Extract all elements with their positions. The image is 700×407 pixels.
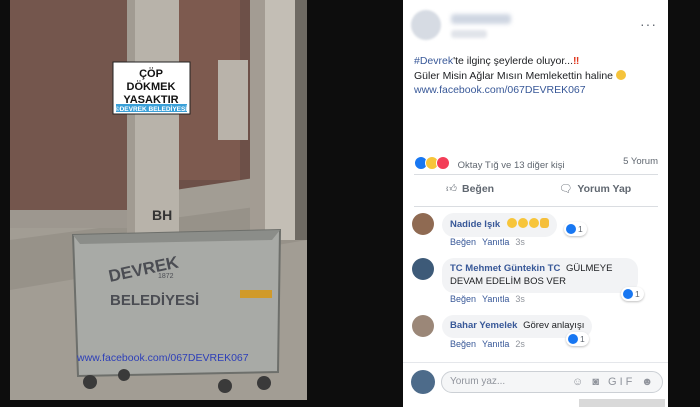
- commenter-name[interactable]: TC Mehmet Güntekin TC: [450, 263, 560, 274]
- comment-bubble: TC Mehmet Güntekin TC GÜLMEYE DEVAM EDEL…: [442, 258, 638, 293]
- photo-scene: ÇÖP DÖKMEK YASAKTIR ©DEVREK BELEDİYESİ B…: [10, 0, 307, 400]
- bin-text-belediyesi: BELEDİYESİ: [110, 292, 199, 309]
- author-name-blurred[interactable]: [451, 14, 511, 24]
- like-button[interactable]: 👍︎ Beğen: [446, 182, 494, 195]
- comment-like-link[interactable]: Beğen: [450, 339, 476, 349]
- like-reaction-icon: [623, 289, 633, 299]
- sign-line-2: DÖKMEK: [127, 80, 176, 93]
- pole-graffiti: BH: [152, 207, 172, 223]
- post-panel: ··· #Devrek'te ilginç şeylerde oluyor...…: [403, 0, 668, 407]
- comment-meta: Beğen Yanıtla 3s: [450, 294, 531, 304]
- commenter-avatar[interactable]: [412, 213, 434, 235]
- comment-like-link[interactable]: Beğen: [450, 294, 476, 304]
- comment-label: Yorum Yap: [577, 183, 632, 195]
- composer-tool-icons[interactable]: ☺ ◙ GIF ☻: [572, 376, 656, 388]
- comment-composer: Yorum yaz... ☺ ◙ GIF ☻: [403, 362, 668, 401]
- dumpster: DEVREK 1872 BELEDİYESİ: [71, 228, 282, 393]
- laughing-emoji-icon: [506, 218, 517, 228]
- smile-emoji-icon: [615, 69, 626, 80]
- comment-time: 2s: [515, 339, 525, 349]
- bin-year: 1872: [158, 273, 174, 280]
- post-link[interactable]: www.facebook.com/067DEVREK067: [414, 83, 660, 98]
- comment-count[interactable]: 5 Yorum: [623, 156, 658, 167]
- like-count: 1: [580, 334, 585, 344]
- love-reaction-icon: [436, 156, 450, 170]
- comment-time: 3s: [515, 294, 525, 304]
- comment-meta: Beğen Yanıtla 3s: [450, 237, 531, 247]
- post-line-1: 'te ilginç şeylerde oluyor...: [453, 55, 574, 67]
- comment-like-count[interactable]: 1: [566, 332, 589, 346]
- post-time-blurred: [451, 30, 487, 38]
- post-line-2: Güler Misin Ağlar Mısın Memlekettin hali…: [414, 69, 613, 82]
- comment-bubble: Nadide Işık: [442, 213, 557, 237]
- post-text: #Devrek'te ilginç şeylerde oluyor...‼ Gü…: [414, 54, 660, 98]
- comment-button[interactable]: 🗨︎ Yorum Yap: [559, 182, 631, 195]
- comment-input[interactable]: Yorum yaz... ☺ ◙ GIF ☻: [441, 371, 663, 393]
- laughing-emoji-icon: [528, 218, 539, 228]
- divider: [414, 174, 658, 175]
- post-header: ···: [411, 8, 661, 42]
- photo-watermark: www.facebook.com/067DEVREK067: [76, 352, 249, 364]
- comment-meta: Beğen Yanıtla 2s: [450, 339, 531, 349]
- hand-emoji-icon: [539, 218, 549, 228]
- comment-text: Görev anlayışı: [523, 320, 585, 331]
- post-photo[interactable]: ÇÖP DÖKMEK YASAKTIR ©DEVREK BELEDİYESİ B…: [10, 0, 307, 400]
- comment-bubble-icon: 🗨︎: [559, 183, 573, 195]
- like-count: 1: [578, 224, 583, 234]
- like-label: Beğen: [461, 183, 495, 195]
- comment-reply-link[interactable]: Yanıtla: [482, 294, 509, 304]
- commenter-avatar[interactable]: [412, 315, 434, 337]
- comment-like-count[interactable]: 1: [564, 222, 587, 236]
- more-options-icon[interactable]: ···: [640, 16, 657, 32]
- post-actions: 👍︎ Beğen 🗨︎ Yorum Yap: [414, 178, 658, 202]
- reactions-summary[interactable]: Oktay Tığ ve 13 diğer kişi: [458, 160, 565, 171]
- comment-like-count[interactable]: 1: [621, 287, 644, 301]
- hashtag-link[interactable]: #Devrek: [414, 55, 453, 67]
- comment-input-placeholder: Yorum yaz...: [450, 376, 506, 387]
- chat-tab[interactable]: [579, 399, 665, 407]
- no-dumping-sign: ÇÖP DÖKMEK YASAKTIR ©DEVREK BELEDİYESİ: [112, 61, 191, 115]
- sign-line-1: ÇÖP: [139, 67, 163, 80]
- like-reaction-icon: [566, 224, 576, 234]
- commenter-avatar[interactable]: [412, 258, 434, 280]
- divider: [414, 206, 658, 207]
- comment-reply-link[interactable]: Yanıtla: [482, 237, 509, 247]
- comment-time: 3s: [515, 237, 525, 247]
- comment-reply-link[interactable]: Yanıtla: [482, 339, 509, 349]
- commenter-name[interactable]: Nadide Işık: [450, 219, 500, 230]
- author-avatar[interactable]: [411, 10, 441, 40]
- sign-strip: ©DEVREK BELEDİYESİ: [115, 105, 188, 113]
- like-reaction-icon: [568, 334, 578, 344]
- comment-like-link[interactable]: Beğen: [450, 237, 476, 247]
- laughing-emoji-icon: [517, 218, 528, 228]
- thumbs-up-icon: 👍︎: [446, 183, 457, 195]
- reactions-bar[interactable]: Oktay Tığ ve 13 diğer kişi 5 Yorum: [414, 156, 658, 171]
- like-count: 1: [635, 289, 640, 299]
- my-avatar[interactable]: [411, 370, 435, 394]
- commenter-name[interactable]: Bahar Yemelek: [450, 320, 517, 331]
- exclamation-icon: ‼: [573, 55, 580, 67]
